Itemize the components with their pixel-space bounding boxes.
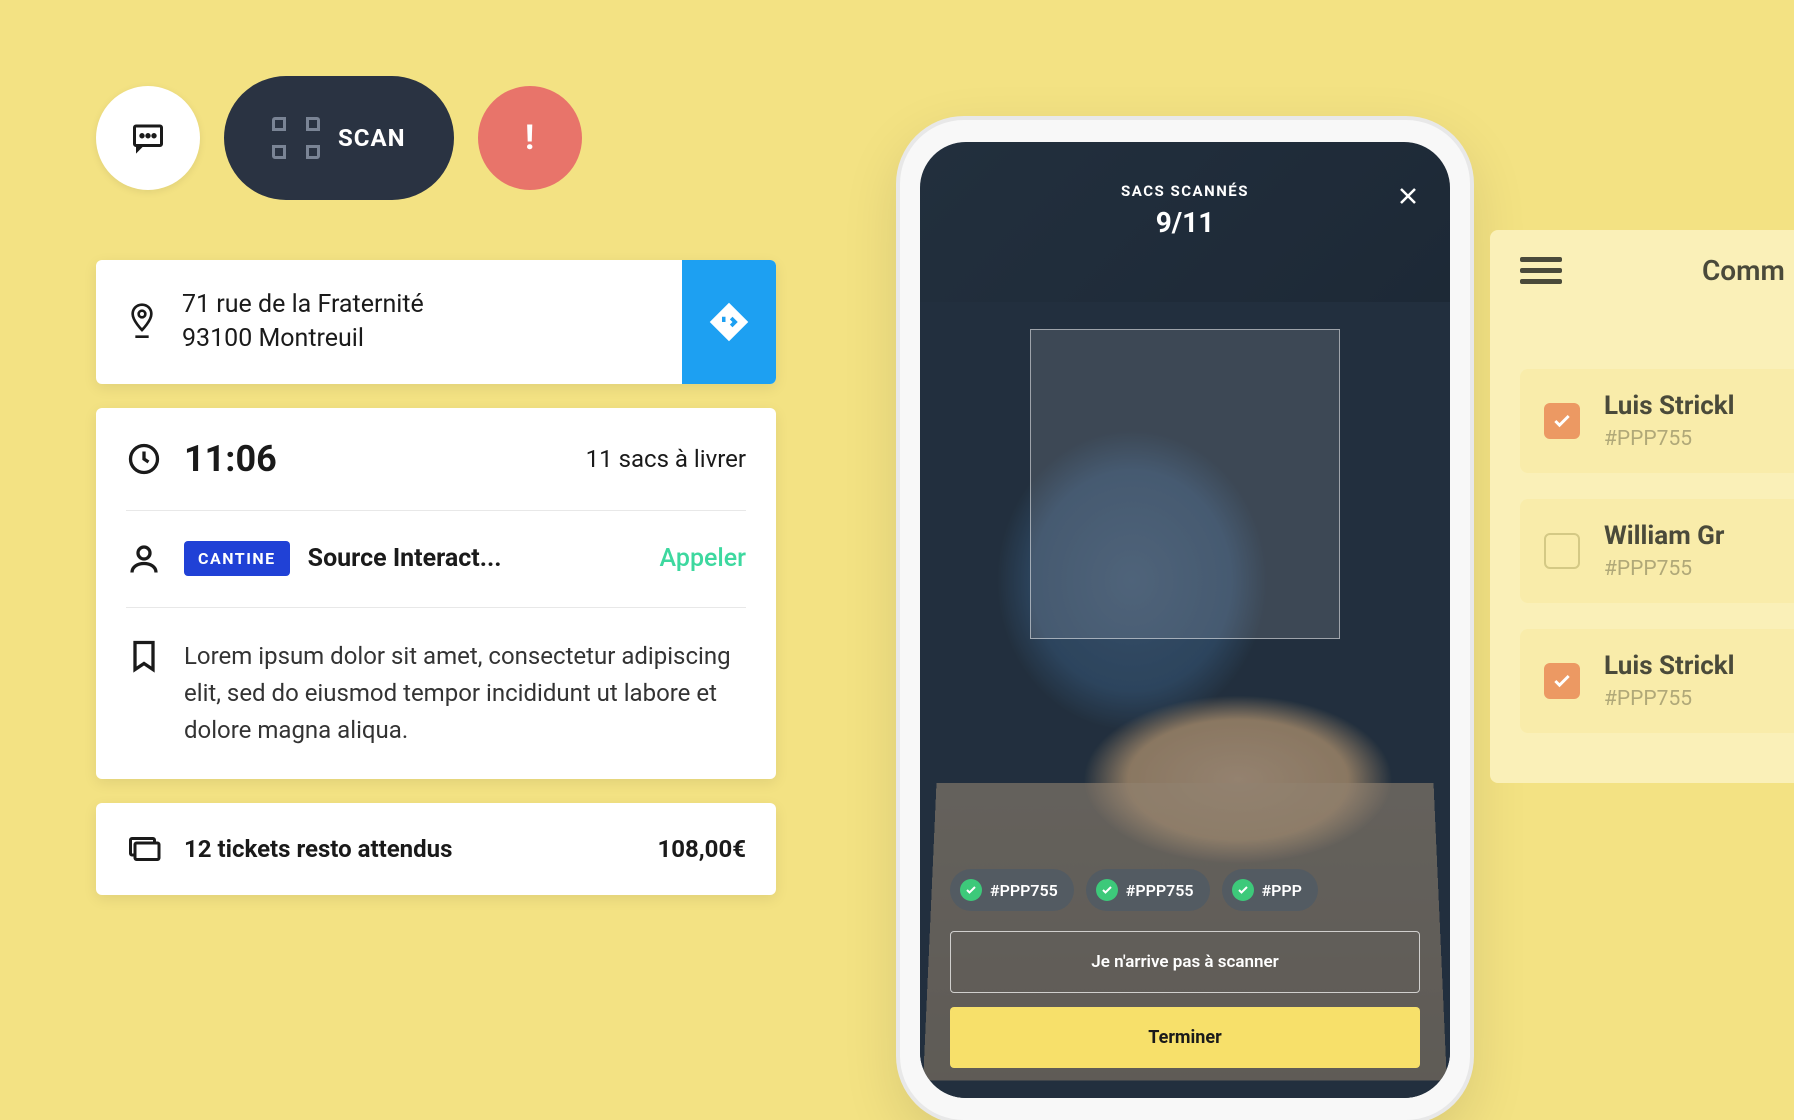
- note-row: Lorem ipsum dolor sit amet, consectetur …: [126, 607, 746, 780]
- contact-name: Luis Strickl: [1604, 651, 1735, 681]
- scan-header-title: SACS SCANNÉS: [950, 182, 1420, 200]
- scan-count: 9/11: [950, 206, 1420, 239]
- contacts-panel: Comm Luis Strickl #PPP755 William Gr #PP…: [1490, 230, 1794, 783]
- menu-button[interactable]: [1520, 257, 1562, 284]
- exclamation-icon: !: [525, 118, 534, 158]
- check-icon: [1552, 671, 1572, 691]
- bags-count: 11 sacs à livrer: [586, 445, 746, 473]
- location-icon: [126, 302, 158, 342]
- cantine-tag: CANTINE: [184, 541, 290, 576]
- panel-title: Comm: [1702, 254, 1785, 287]
- contact-ref: #PPP755: [1604, 687, 1735, 711]
- phone-mockup: SACS SCANNÉS 9/11 #PPP755 #PPP755: [900, 120, 1470, 1120]
- finish-button[interactable]: Terminer: [950, 1007, 1420, 1068]
- contact-ref: #PPP755: [1604, 427, 1735, 451]
- address-card: 71 rue de la Fraternité 93100 Montreuil: [96, 260, 776, 384]
- directions-icon: [708, 301, 750, 343]
- contact-item[interactable]: William Gr #PPP755: [1520, 499, 1794, 603]
- checkbox-checked[interactable]: [1544, 403, 1580, 439]
- checkbox-checked[interactable]: [1544, 663, 1580, 699]
- contact-ref: #PPP755: [1604, 557, 1724, 581]
- hamburger-icon: [1520, 257, 1562, 262]
- chat-button[interactable]: [96, 86, 200, 190]
- chat-icon: [130, 120, 166, 156]
- scanned-chip[interactable]: #PPP: [1222, 869, 1318, 911]
- cannot-scan-button[interactable]: Je n'arrive pas à scanner: [950, 931, 1420, 993]
- contact-name: Luis Strickl: [1604, 391, 1735, 421]
- check-icon: [1552, 411, 1572, 431]
- call-link[interactable]: Appeler: [660, 544, 746, 573]
- contact-name: William Gr: [1604, 521, 1724, 551]
- address-text: 71 rue de la Fraternité 93100 Montreuil: [182, 288, 424, 356]
- checkbox-unchecked[interactable]: [1544, 533, 1580, 569]
- time-row: 11:06 11 sacs à livrer: [126, 408, 746, 510]
- delivery-card: 11:06 11 sacs à livrer CANTINE Source In…: [96, 408, 776, 780]
- tickets-text: 12 tickets resto attendus: [184, 835, 452, 863]
- address-line2: 93100 Montreuil: [182, 322, 424, 356]
- tickets-card: 12 tickets resto attendus 108,00€: [96, 803, 776, 895]
- bookmark-icon: [126, 638, 162, 674]
- delivery-note: Lorem ipsum dolor sit amet, consectetur …: [184, 638, 746, 750]
- alert-button[interactable]: !: [478, 86, 582, 190]
- scan-frame: [1030, 329, 1340, 639]
- close-button[interactable]: [1396, 182, 1420, 215]
- scan-button-label: SCAN: [338, 124, 406, 152]
- contact-item[interactable]: Luis Strickl #PPP755: [1520, 369, 1794, 473]
- check-icon: [1096, 879, 1118, 901]
- company-name: Source Interact...: [308, 544, 502, 573]
- company-row: CANTINE Source Interact... Appeler: [126, 510, 746, 607]
- clock-icon: [126, 441, 162, 477]
- contact-item[interactable]: Luis Strickl #PPP755: [1520, 629, 1794, 733]
- tickets-price: 108,00€: [657, 835, 746, 863]
- scanned-chip[interactable]: #PPP755: [1086, 869, 1210, 911]
- check-icon: [1232, 879, 1254, 901]
- scan-brackets-icon: [272, 117, 320, 159]
- navigate-button[interactable]: [682, 260, 776, 384]
- scanned-chips: #PPP755 #PPP755 #PPP: [950, 869, 1420, 911]
- scan-button[interactable]: SCAN: [224, 76, 454, 200]
- address-line1: 71 rue de la Fraternité: [182, 288, 424, 322]
- ticket-icon: [126, 831, 162, 867]
- close-icon: [1396, 184, 1420, 208]
- scanned-chip[interactable]: #PPP755: [950, 869, 1074, 911]
- person-icon: [126, 541, 162, 577]
- check-icon: [960, 879, 982, 901]
- phone-screen: SACS SCANNÉS 9/11 #PPP755 #PPP755: [920, 142, 1450, 1098]
- delivery-time: 11:06: [184, 438, 277, 480]
